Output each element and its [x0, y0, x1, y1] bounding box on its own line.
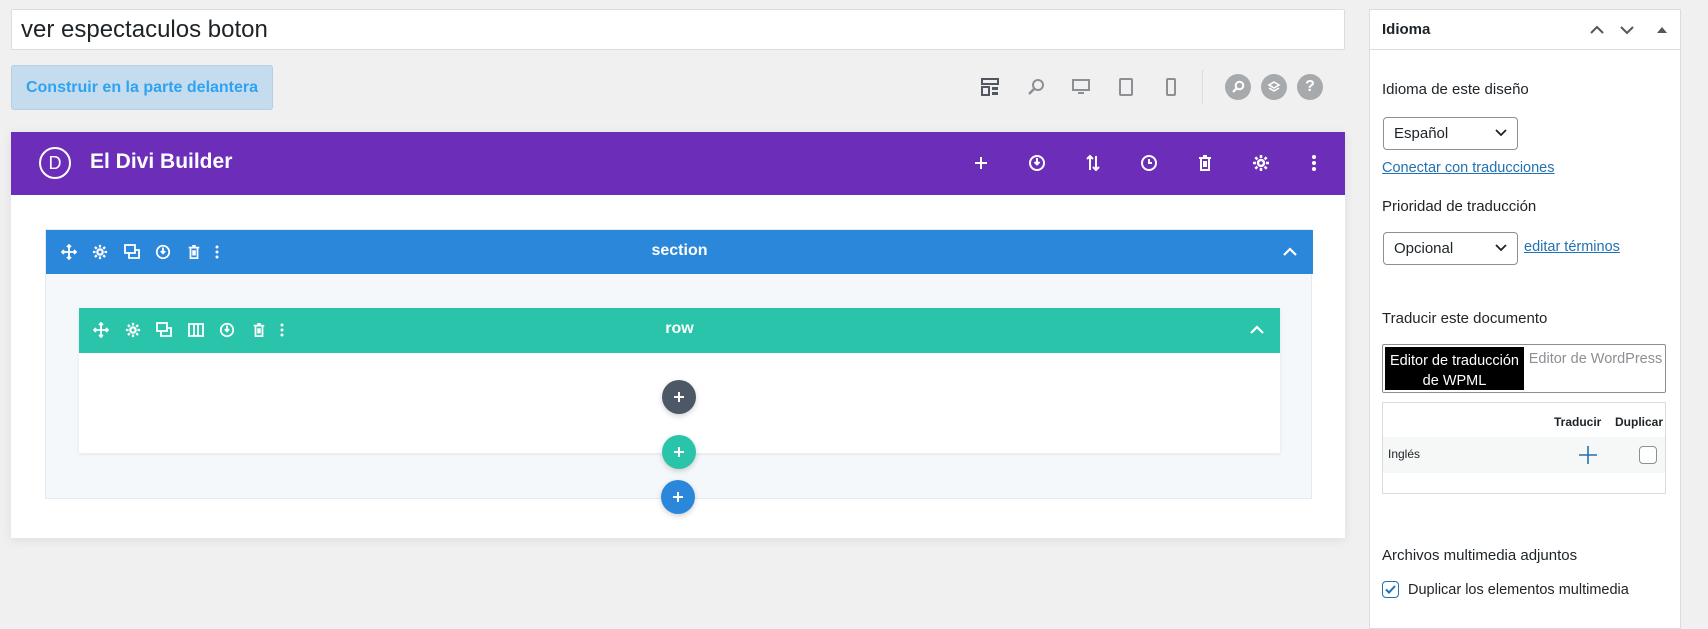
row-label: row	[665, 320, 694, 337]
row-bar[interactable]: row	[79, 308, 1280, 353]
desktop-icon[interactable]	[1067, 73, 1095, 101]
section-bar[interactable]: section	[46, 230, 1313, 274]
collapse-icon[interactable]	[1279, 241, 1301, 263]
tab-wpml-editor[interactable]: Editor de traducción de WPML	[1385, 347, 1524, 390]
zoom-icon[interactable]	[1022, 73, 1050, 101]
search-icon[interactable]	[1224, 73, 1252, 101]
metabox-title: Idioma	[1382, 21, 1431, 38]
duplicate-checkbox[interactable]	[1639, 446, 1657, 464]
language-metabox: Idioma Idioma de este diseño Español Con…	[1369, 9, 1681, 629]
duplicate-media-checkbox[interactable]	[1382, 581, 1399, 598]
table-row: Inglés	[1383, 437, 1665, 473]
add-row-button[interactable]	[662, 435, 696, 469]
build-front-button[interactable]: Construir en la parte delantera	[11, 65, 273, 110]
add-module-button[interactable]	[662, 380, 696, 414]
column-translate: Traducir	[1554, 415, 1602, 429]
priority-label: Prioridad de traducción	[1382, 198, 1537, 215]
divi-builder: D El Divi Builder section row	[11, 132, 1345, 538]
layers-icon[interactable]	[1260, 73, 1288, 101]
add-section-button[interactable]	[661, 480, 695, 514]
layout-icon[interactable]	[976, 73, 1004, 101]
language-label: Idioma de este diseño	[1382, 81, 1529, 98]
move-up-icon[interactable]	[1587, 20, 1607, 40]
edit-terms-link[interactable]: editar términos	[1524, 239, 1620, 255]
checkmark-icon	[1385, 585, 1396, 594]
translate-document-label: Traducir este documento	[1382, 310, 1548, 327]
column-duplicate: Duplicar	[1615, 415, 1664, 429]
section-container: section row	[45, 229, 1313, 499]
media-label: Archivos multimedia adjuntos	[1382, 547, 1578, 564]
more-icon[interactable]	[1301, 150, 1327, 176]
language-select-value: Español	[1394, 125, 1449, 142]
duplicate-media-label: Duplicar los elementos multimedia	[1408, 582, 1629, 598]
translations-table: Traducir Duplicar Inglés	[1382, 402, 1666, 494]
toggle-panel-icon[interactable]	[1652, 20, 1672, 40]
help-icon[interactable]: ?	[1296, 73, 1324, 101]
history-icon[interactable]	[1136, 150, 1162, 176]
toolbar-divider	[1202, 70, 1203, 104]
metabox-header: Idioma	[1370, 10, 1680, 50]
sort-icon[interactable]	[1080, 150, 1106, 176]
chevron-down-icon	[1495, 244, 1507, 252]
priority-select[interactable]: Opcional	[1383, 232, 1518, 265]
translation-editor-tabs: Editor de traducción de WPML Editor de W…	[1382, 344, 1666, 393]
power-icon[interactable]	[1024, 150, 1050, 176]
divi-logo: D	[39, 147, 71, 179]
add-translation-icon[interactable]	[1577, 444, 1599, 471]
priority-select-value: Opcional	[1394, 240, 1454, 257]
chevron-down-icon	[1495, 129, 1507, 137]
tab-wordpress-editor[interactable]: Editor de WordPress	[1526, 345, 1665, 392]
divi-header: D El Divi Builder	[11, 132, 1345, 195]
row-container: row	[79, 308, 1280, 453]
tablet-icon[interactable]	[1112, 73, 1140, 101]
language-select[interactable]: Español	[1383, 117, 1518, 150]
move-down-icon[interactable]	[1617, 20, 1637, 40]
phone-icon[interactable]	[1157, 73, 1185, 101]
connect-translations-link[interactable]: Conectar con traducciones	[1382, 160, 1555, 176]
row-language: Inglés	[1388, 447, 1421, 461]
section-label: section	[651, 242, 708, 259]
divi-title: El Divi Builder	[90, 150, 233, 173]
collapse-icon[interactable]	[1246, 319, 1268, 341]
plus-icon[interactable]	[968, 150, 994, 176]
gear-icon[interactable]	[1248, 150, 1274, 176]
post-title-input[interactable]: ver espectaculos boton	[11, 9, 1345, 50]
trash-icon[interactable]	[1192, 150, 1218, 176]
